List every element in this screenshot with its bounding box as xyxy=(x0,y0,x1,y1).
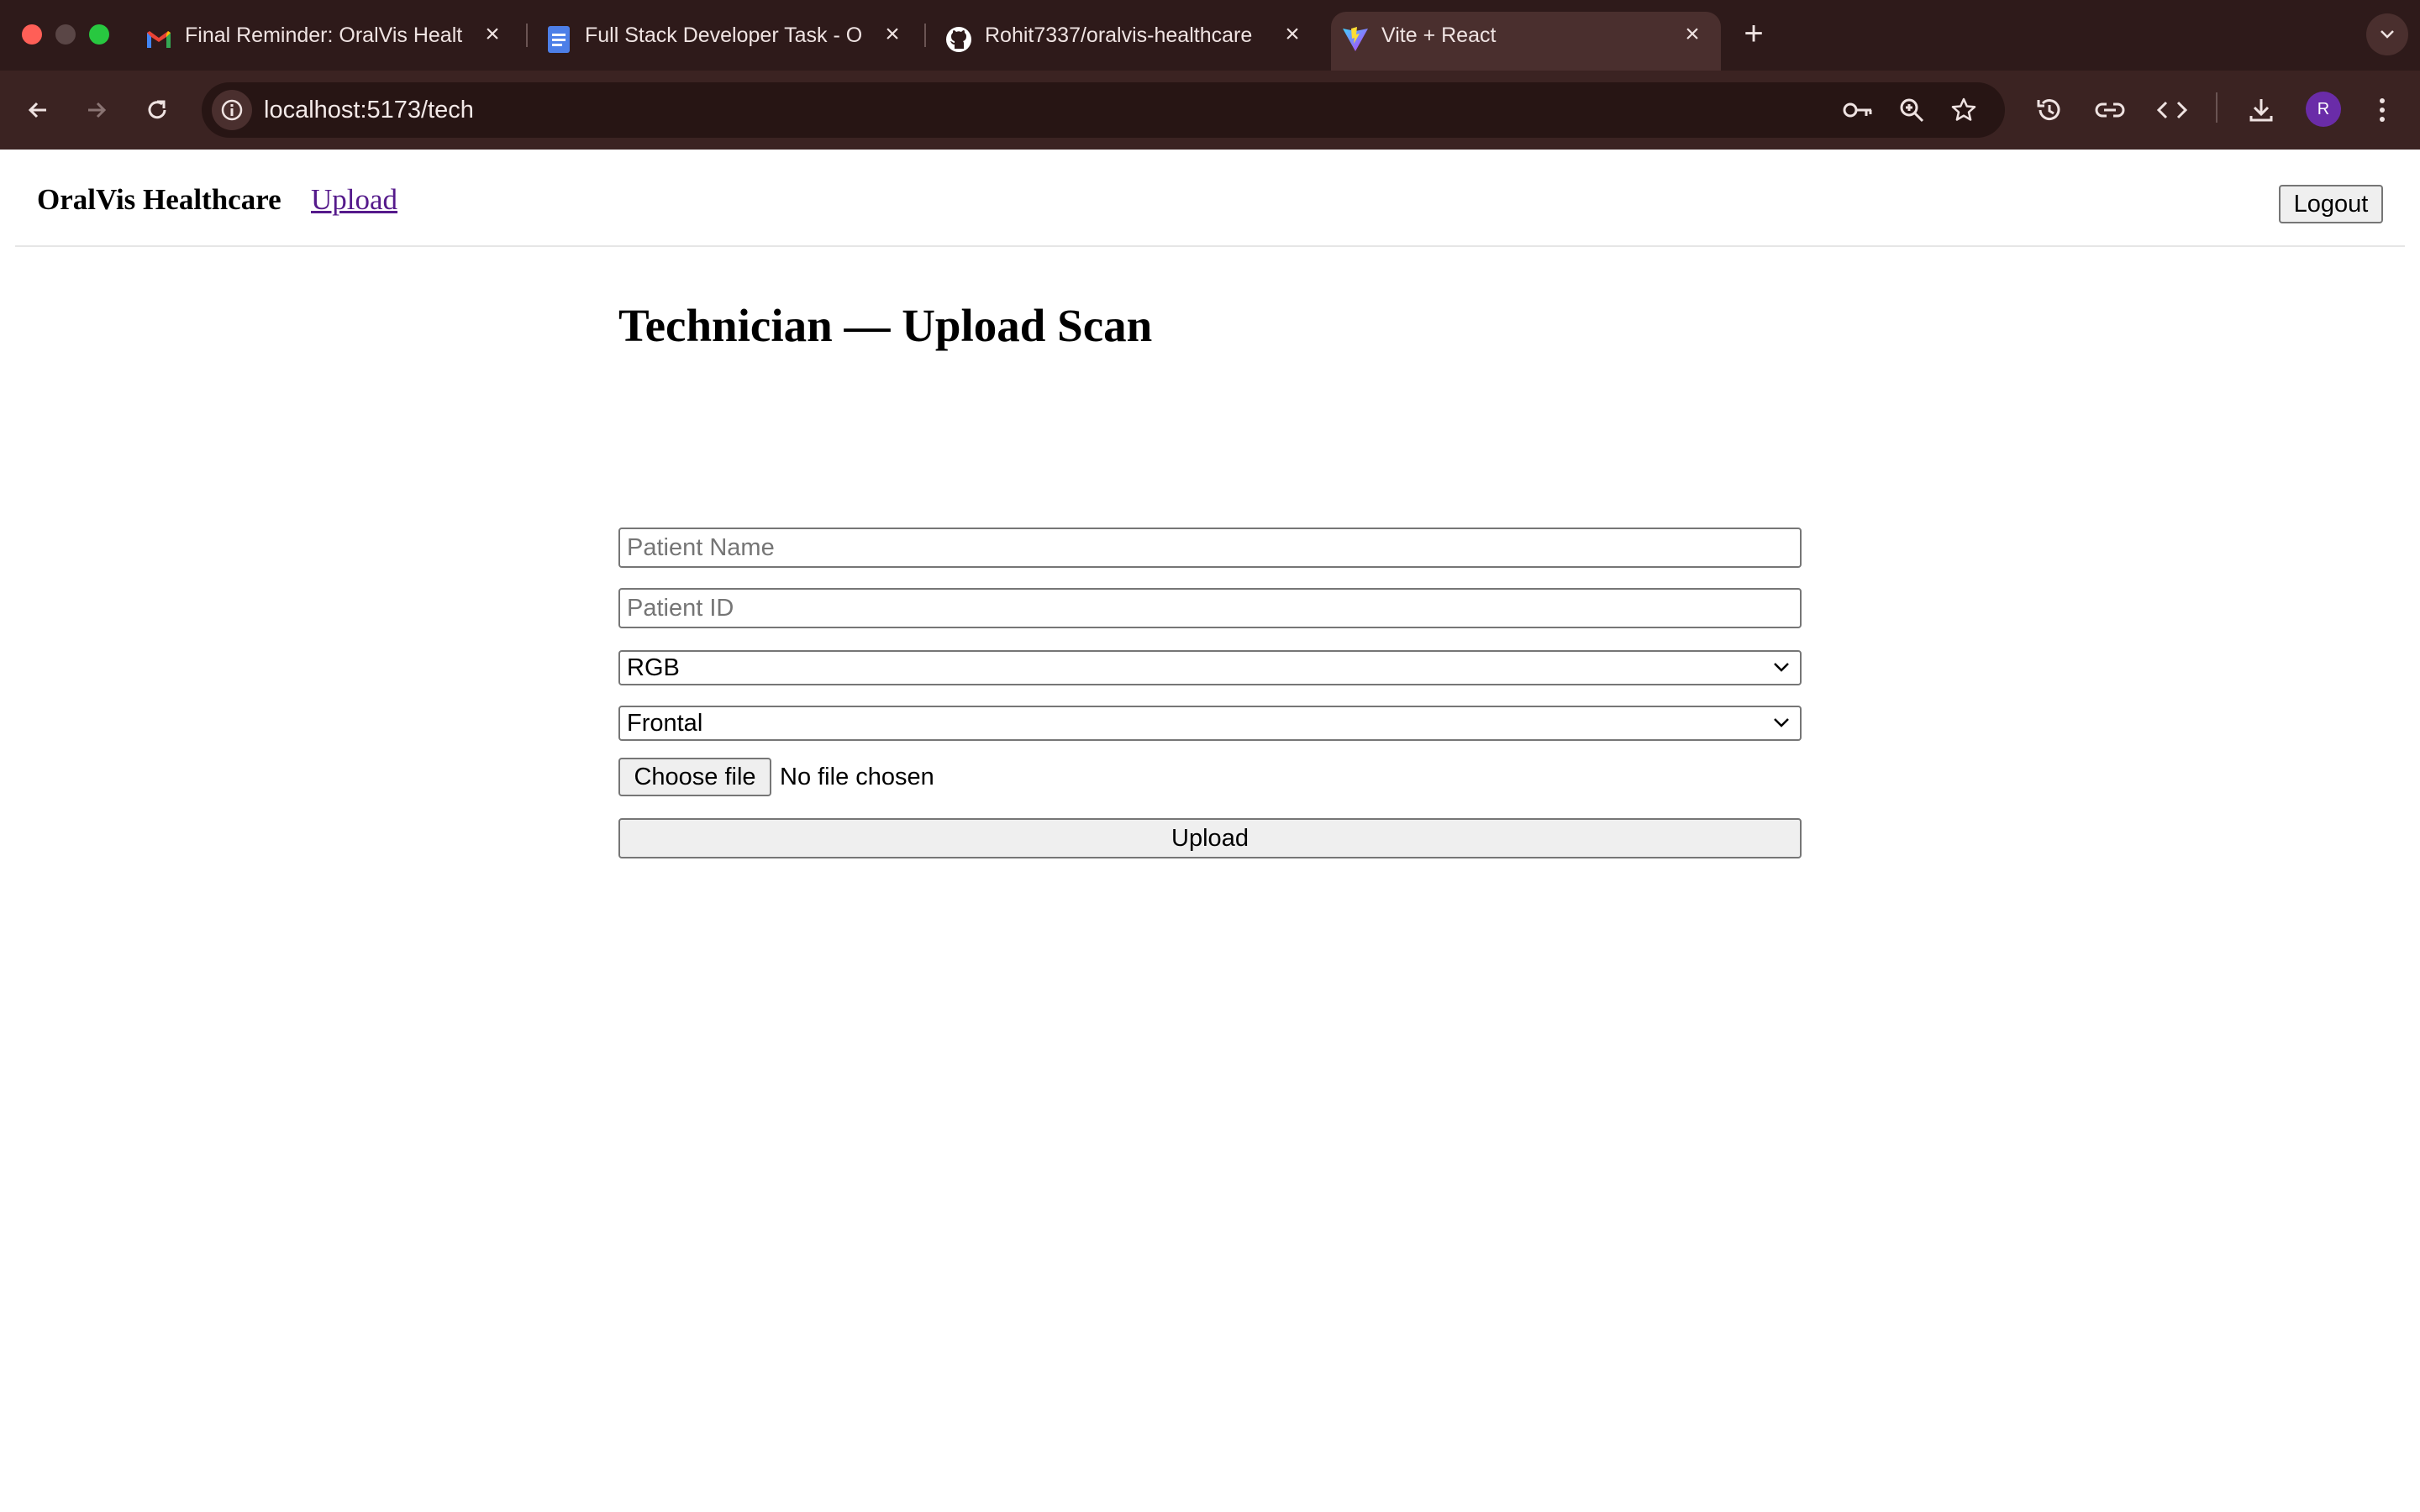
new-tab-button[interactable]: + xyxy=(1741,17,1766,50)
chevron-down-icon xyxy=(1774,663,1789,672)
brand-name: OralVis Healthcare xyxy=(37,183,281,216)
tab-title: Rohit7337/oralvis-healthcare xyxy=(985,24,1253,47)
region-select[interactable]: Frontal xyxy=(618,706,1802,741)
site-info-button[interactable] xyxy=(212,90,252,130)
nav-upload-link[interactable]: Upload xyxy=(311,183,397,217)
address-bar[interactable]: localhost:5173/tech xyxy=(202,82,2005,138)
tab-separator xyxy=(924,24,926,47)
tab-separator xyxy=(526,24,528,47)
github-icon xyxy=(944,25,973,54)
devtools-button[interactable] xyxy=(2151,89,2193,131)
star-icon xyxy=(1951,97,1976,121)
forward-button[interactable] xyxy=(76,89,118,131)
profile-avatar[interactable]: R xyxy=(2306,92,2341,127)
file-input: Choose file No file chosen xyxy=(618,758,934,796)
chevron-down-icon xyxy=(2381,30,2394,39)
browser-tab[interactable]: Full Stack Developer Task - O × xyxy=(534,12,921,71)
window-maximize-button[interactable] xyxy=(89,24,109,45)
site-header: OralVis Healthcare Upload Logout xyxy=(15,150,2405,247)
bookmark-button[interactable] xyxy=(1946,92,1981,128)
browser-tab-bar: Final Reminder: OralVis Healt × Full Sta… xyxy=(0,0,2420,71)
browser-tab[interactable]: Rohit7337/oralvis-healthcare × xyxy=(934,12,1321,71)
google-docs-icon xyxy=(544,25,573,54)
window-close-button[interactable] xyxy=(22,24,42,45)
tab-title: Vite + React xyxy=(1381,24,1497,47)
reload-button[interactable] xyxy=(136,89,178,131)
upload-submit-button[interactable]: Upload xyxy=(618,818,1802,858)
vite-icon xyxy=(1341,25,1370,54)
scan-type-select[interactable]: RGB xyxy=(618,650,1802,685)
password-key-button[interactable] xyxy=(1840,92,1876,128)
tab-title: Full Stack Developer Task - O xyxy=(585,24,863,47)
file-status: No file chosen xyxy=(780,763,934,790)
patient-name-input[interactable] xyxy=(618,528,1802,568)
browser-menu-button[interactable] xyxy=(2361,89,2403,131)
logout-button[interactable]: Logout xyxy=(2279,185,2383,223)
key-icon xyxy=(1843,102,1872,118)
browser-tab[interactable]: Final Reminder: OralVis Healt × xyxy=(134,12,521,71)
info-icon xyxy=(221,99,243,121)
scan-type-value: RGB xyxy=(627,654,680,681)
tab-title: Final Reminder: OralVis Healt xyxy=(185,24,463,47)
page-title: Technician — Upload Scan xyxy=(618,300,1153,351)
more-vertical-icon xyxy=(2380,98,2385,122)
copy-link-button[interactable] xyxy=(2089,89,2131,131)
window-minimize-button[interactable] xyxy=(55,24,76,45)
reload-icon xyxy=(148,100,166,119)
region-value: Frontal xyxy=(627,710,703,737)
downloads-button[interactable] xyxy=(2240,89,2282,131)
patient-id-input[interactable] xyxy=(618,588,1802,628)
toolbar-divider xyxy=(2216,92,2217,123)
address-url[interactable]: localhost:5173/tech xyxy=(264,82,474,138)
choose-file-button[interactable]: Choose file xyxy=(618,758,771,796)
history-icon xyxy=(2037,99,2060,121)
gmail-icon xyxy=(145,25,173,54)
close-icon[interactable]: × xyxy=(881,22,904,47)
close-icon[interactable]: × xyxy=(1681,22,1704,47)
browser-tab-active[interactable]: Vite + React × xyxy=(1331,12,1721,71)
download-icon xyxy=(2249,99,2273,122)
code-icon xyxy=(2156,101,2188,119)
upload-form: Technician — Upload Scan RGB Frontal Cho… xyxy=(618,292,1802,858)
arrow-left-icon xyxy=(28,102,46,118)
zoom-button[interactable] xyxy=(1894,92,1929,128)
page-content: OralVis Healthcare Upload Logout Technic… xyxy=(0,150,2420,1512)
history-button[interactable] xyxy=(2028,89,2070,131)
close-icon[interactable]: × xyxy=(1281,22,1304,47)
link-icon xyxy=(2095,102,2125,118)
tab-list-button[interactable] xyxy=(2366,13,2408,55)
chevron-down-icon xyxy=(1774,718,1789,727)
close-icon[interactable]: × xyxy=(481,22,504,47)
arrow-right-icon xyxy=(88,102,107,118)
zoom-in-icon xyxy=(1900,98,1924,123)
back-button[interactable] xyxy=(17,89,59,131)
